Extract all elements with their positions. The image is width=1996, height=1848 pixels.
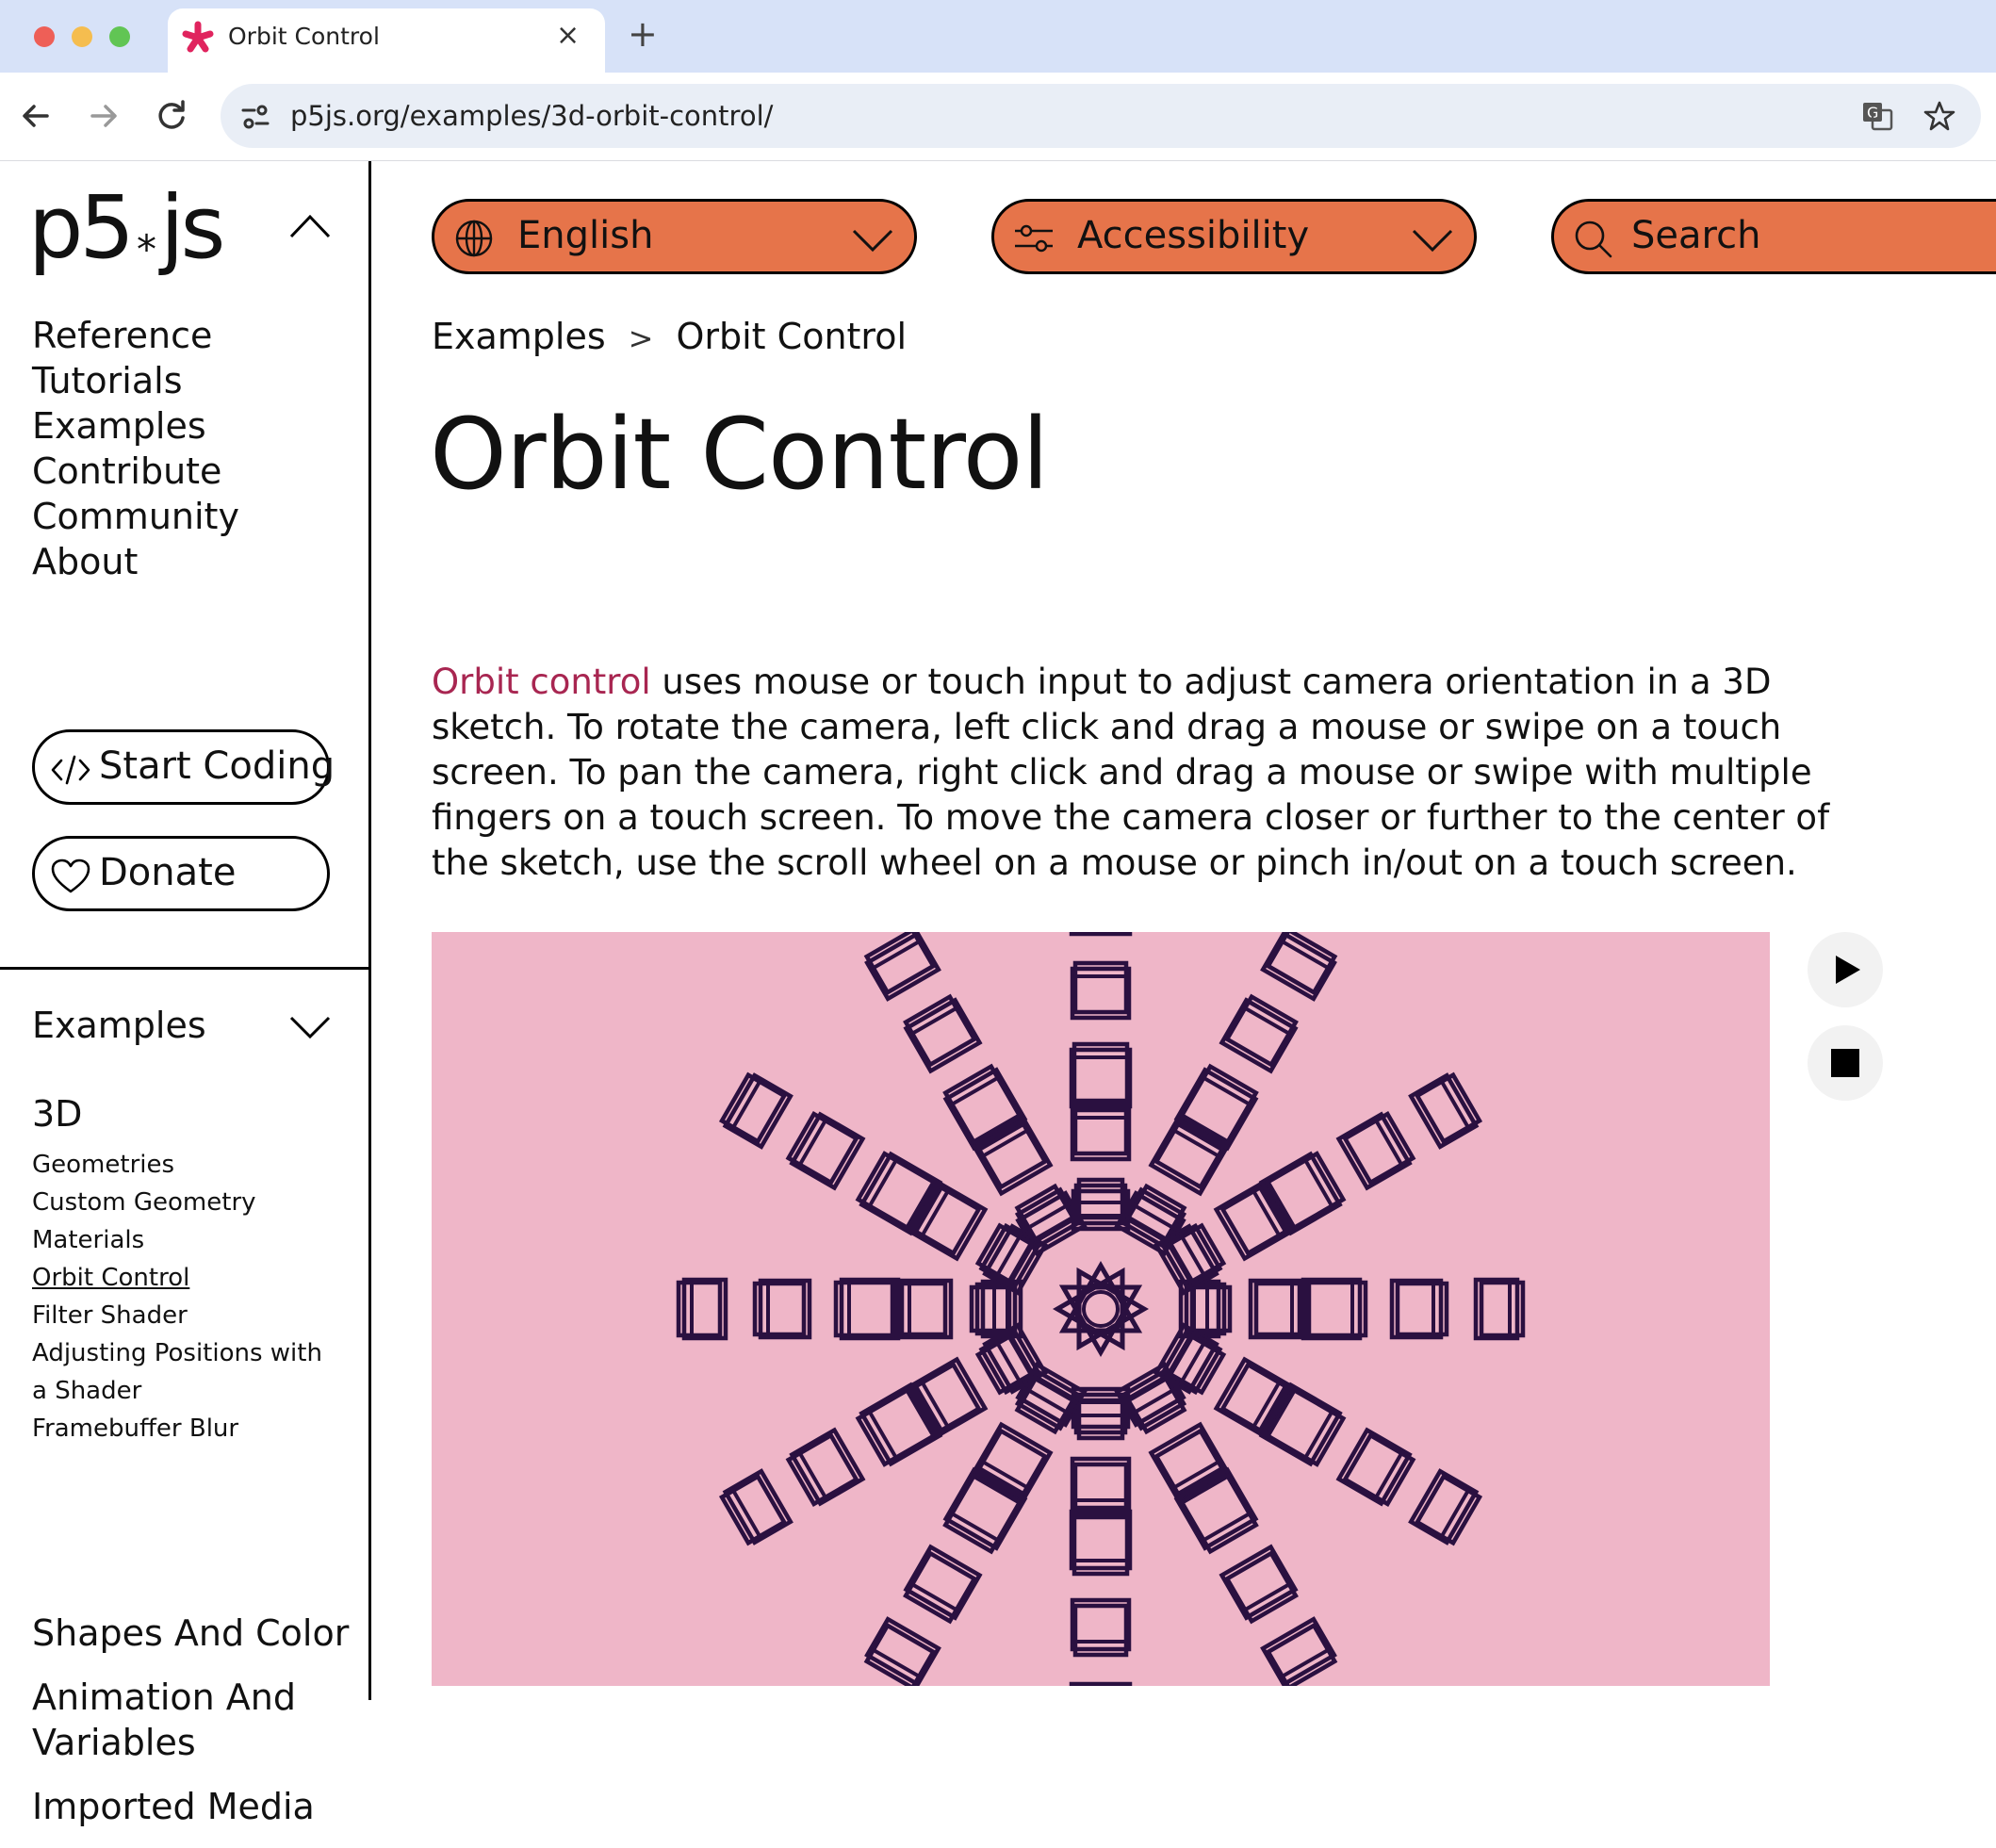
breadcrumb-examples[interactable]: Examples (432, 316, 606, 357)
site-settings-icon[interactable] (239, 101, 271, 133)
play-icon (1836, 956, 1860, 984)
logo-asterisk: * (136, 226, 156, 272)
search-field[interactable]: Search (1551, 199, 1996, 274)
breadcrumb-current: Orbit Control (676, 316, 908, 357)
search-placeholder: Search (1631, 214, 1761, 257)
example-orbit-control[interactable]: Orbit Control (32, 1259, 343, 1297)
start-coding-button[interactable]: Start Coding (32, 729, 335, 805)
chevron-down-icon[interactable] (288, 1014, 332, 1040)
stop-button[interactable] (1808, 1025, 1883, 1101)
heart-icon (51, 859, 90, 893)
chevron-down-icon (1412, 229, 1453, 253)
orbit-control-link[interactable]: Orbit control (432, 662, 651, 702)
donate-label: Donate (99, 851, 237, 894)
asterisk-icon (182, 21, 214, 53)
breadcrumb-chevron-icon: > (628, 320, 654, 356)
forward-arrow-icon[interactable] (81, 93, 126, 139)
category-animation-and-variables[interactable]: Animation And Variables (32, 1675, 362, 1765)
url-text[interactable]: p5js.org/examples/3d-orbit-control/ (290, 100, 773, 132)
examples-section-heading[interactable]: Examples (32, 1005, 206, 1046)
donate-button[interactable]: Donate (32, 836, 330, 911)
translate-icon[interactable]: G (1860, 99, 1894, 133)
logo-text-left: p5 (28, 177, 135, 278)
browser-tab[interactable]: Orbit Control × (168, 8, 605, 73)
category-list: Shapes And Color Animation And Variables… (32, 1611, 362, 1848)
example-geometries[interactable]: Geometries (32, 1146, 343, 1184)
example-description: Orbit control uses mouse or touch input … (432, 660, 1892, 886)
category-shapes-and-color[interactable]: Shapes And Color (32, 1611, 362, 1656)
close-window-button[interactable] (34, 26, 55, 47)
nav-about[interactable]: About (32, 539, 239, 584)
start-coding-label: Start Coding (99, 744, 335, 788)
nav-tutorials[interactable]: Tutorials (32, 358, 239, 403)
new-tab-button[interactable]: + (628, 13, 658, 55)
tab-close-icon[interactable]: × (556, 19, 580, 52)
browser-toolbar: p5js.org/examples/3d-orbit-control/ G (0, 73, 1996, 161)
p5js-logo[interactable]: p5 *js (28, 185, 225, 272)
example-adjusting-positions[interactable]: Adjusting Positions with a Shader (32, 1334, 343, 1410)
nav-reference[interactable]: Reference (32, 313, 239, 358)
accessibility-label: Accessibility (1077, 214, 1310, 257)
browser-tab-strip: Orbit Control × + (0, 0, 1996, 73)
breadcrumb: Examples > Orbit Control (432, 316, 907, 357)
page-title: Orbit Control (430, 397, 1049, 512)
tab-title: Orbit Control (228, 23, 380, 50)
example-list: Geometries Custom Geometry Materials Orb… (32, 1146, 343, 1447)
nav-community[interactable]: Community (32, 494, 239, 539)
maximize-window-button[interactable] (109, 26, 130, 47)
example-custom-geometry[interactable]: Custom Geometry (32, 1184, 343, 1221)
language-label: English (517, 214, 654, 257)
sidebar: p5 *js Reference Tutorials Examples Contr… (0, 161, 371, 1827)
nav-examples[interactable]: Examples (32, 403, 239, 449)
category-imported-media[interactable]: Imported Media (32, 1784, 362, 1829)
chevron-up-icon[interactable] (288, 212, 332, 240)
chevron-down-icon (852, 229, 893, 253)
example-framebuffer-blur[interactable]: Framebuffer Blur (32, 1410, 343, 1447)
category-3d[interactable]: 3D (32, 1093, 82, 1135)
example-materials[interactable]: Materials (32, 1221, 343, 1259)
example-filter-shader[interactable]: Filter Shader (32, 1297, 343, 1334)
play-button[interactable] (1808, 932, 1883, 1007)
sidebar-divider (0, 967, 368, 970)
sliders-icon (1015, 224, 1053, 253)
globe-icon (455, 220, 493, 257)
main-nav: Reference Tutorials Examples Contribute … (32, 313, 239, 584)
stop-icon (1831, 1049, 1859, 1077)
bookmark-star-icon[interactable] (1922, 99, 1956, 133)
reload-icon[interactable] (149, 93, 194, 139)
logo-text-right: js (159, 177, 225, 278)
code-icon (51, 755, 90, 785)
back-arrow-icon[interactable] (13, 93, 58, 139)
accessibility-menu[interactable]: Accessibility (991, 199, 1477, 274)
language-selector[interactable]: English (432, 199, 917, 274)
nav-contribute[interactable]: Contribute (32, 449, 239, 494)
address-bar[interactable]: p5js.org/examples/3d-orbit-control/ G (221, 84, 1981, 148)
sketch-drawing (676, 932, 1526, 1686)
search-icon (1575, 221, 1612, 258)
minimize-window-button[interactable] (72, 26, 92, 47)
sketch-canvas[interactable] (432, 932, 1770, 1686)
